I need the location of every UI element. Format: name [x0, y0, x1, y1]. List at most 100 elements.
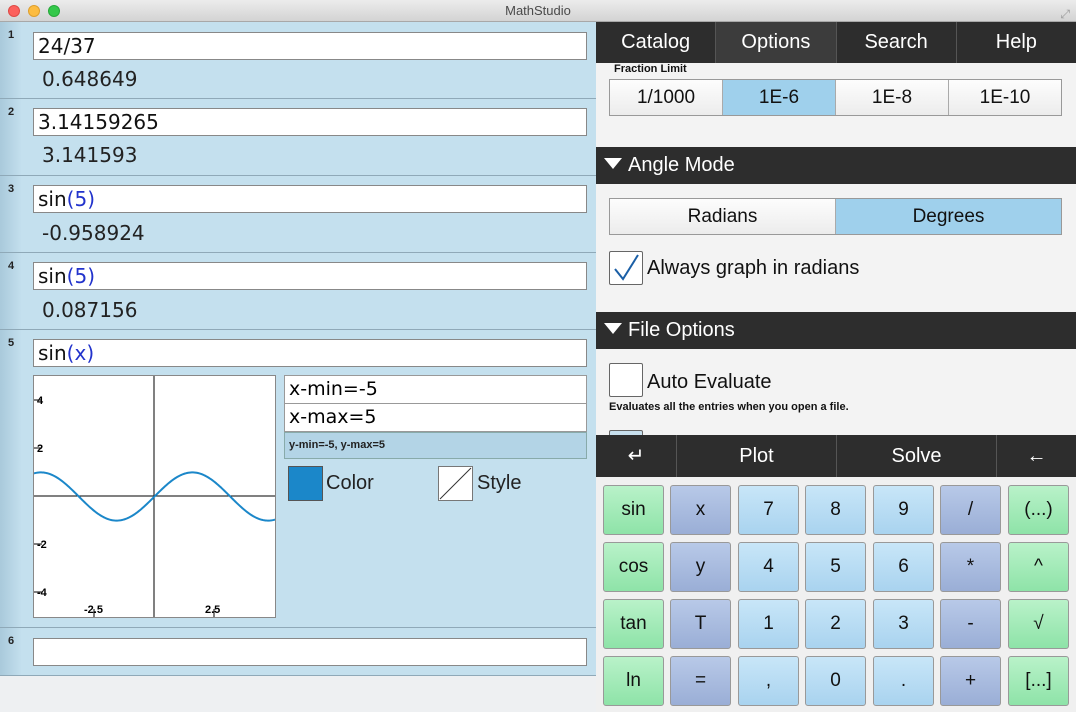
auto-evaluate-label: Auto Evaluate: [647, 371, 772, 393]
key-minus[interactable]: -: [940, 599, 1001, 649]
key-plus[interactable]: +: [940, 656, 1001, 706]
entry-input[interactable]: sin(5): [33, 262, 587, 290]
entry-number: 6: [0, 628, 22, 675]
angle-mode-title: Angle Mode: [628, 154, 735, 176]
entry-number: 2: [0, 99, 22, 175]
key-t[interactable]: T: [670, 599, 731, 649]
minimize-window-button[interactable]: [28, 5, 40, 17]
tab-options[interactable]: Options: [716, 22, 837, 63]
fraction-limit-1e-10[interactable]: 1E-10: [949, 80, 1061, 115]
entry-input[interactable]: sin(5): [33, 185, 587, 213]
key-0[interactable]: 0: [805, 656, 866, 706]
tab-bar: Catalog Options Search Help: [596, 22, 1076, 63]
key-8[interactable]: 8: [805, 485, 866, 535]
key-divide[interactable]: /: [940, 485, 1001, 535]
function-arg: x: [74, 341, 87, 365]
key-tan[interactable]: tan: [603, 599, 664, 649]
backspace-button[interactable]: ←: [997, 435, 1076, 477]
x-min-field[interactable]: x-min=-5: [284, 375, 587, 404]
auto-evaluate-checkbox[interactable]: [609, 363, 643, 397]
color-label: Color: [326, 472, 374, 494]
entry-result: -0.958924: [42, 221, 145, 245]
key-2[interactable]: 2: [805, 599, 866, 649]
entry-input[interactable]: 3.14159265: [33, 108, 587, 136]
tab-help[interactable]: Help: [957, 22, 1076, 63]
key-9[interactable]: 9: [873, 485, 934, 535]
close-window-button[interactable]: [8, 5, 20, 17]
function-name: sin: [38, 264, 67, 288]
entry-number: 5: [0, 330, 22, 627]
x-tick-label: 2.5: [205, 604, 220, 616]
fraction-limit-segmented: 1/1000 1E-6 1E-8 1E-10: [609, 79, 1062, 116]
function-arg: 5: [74, 187, 88, 211]
tab-catalog[interactable]: Catalog: [596, 22, 717, 63]
tab-search[interactable]: Search: [837, 22, 957, 63]
worksheet-panel: 1 24/37 0.648649 2 3.14159265 3.141593 3…: [0, 22, 596, 712]
key-comma[interactable]: ,: [738, 656, 799, 706]
y-range-field[interactable]: y-min=-5, y-max=5: [284, 432, 587, 459]
key-brackets[interactable]: [...]: [1008, 656, 1069, 706]
entry-input[interactable]: 24/37: [33, 32, 587, 60]
function-name: sin: [38, 187, 67, 211]
key-parentheses[interactable]: (...): [1008, 485, 1069, 535]
key-cos[interactable]: cos: [603, 542, 664, 592]
plot-button[interactable]: Plot: [677, 435, 837, 477]
key-5[interactable]: 5: [805, 542, 866, 592]
angle-mode-radians[interactable]: Radians: [610, 199, 836, 234]
y-tick-label: -2: [37, 539, 47, 551]
angle-mode-segmented: Radians Degrees: [609, 198, 1062, 235]
entry-input[interactable]: sin(x): [33, 339, 587, 367]
graph-radians-checkbox[interactable]: [609, 251, 643, 285]
entry-number: 1: [0, 22, 22, 98]
key-6[interactable]: 6: [873, 542, 934, 592]
entry-input[interactable]: [33, 638, 587, 666]
key-multiply[interactable]: *: [940, 542, 1001, 592]
x-max-field[interactable]: x-max=5: [284, 403, 587, 432]
angle-mode-degrees[interactable]: Degrees: [836, 199, 1061, 234]
disclosure-triangle-icon: [604, 158, 622, 169]
fraction-limit-1e-6[interactable]: 1E-6: [723, 80, 836, 115]
y-tick-label: -4: [37, 587, 48, 599]
entry-result: 0.087156: [42, 298, 138, 322]
fraction-limit-1e-8[interactable]: 1E-8: [836, 80, 949, 115]
style-label: Style: [477, 472, 522, 494]
key-sin[interactable]: sin: [603, 485, 664, 535]
color-swatch-button[interactable]: [288, 466, 323, 501]
graph-radians-label: Always graph in radians: [647, 257, 860, 279]
entry-1: 1 24/37 0.648649: [0, 22, 596, 99]
entry-3: 3 sin(5) -0.958924: [0, 176, 596, 253]
key-power[interactable]: ^: [1008, 542, 1069, 592]
entry-4: 4 sin(5) 0.087156: [0, 253, 596, 330]
y-tick-label: 4: [37, 395, 44, 407]
key-y[interactable]: y: [670, 542, 731, 592]
x-tick-label: -2.5: [84, 604, 103, 616]
key-3[interactable]: 3: [873, 599, 934, 649]
key-x[interactable]: x: [670, 485, 731, 535]
key-equals[interactable]: =: [670, 656, 731, 706]
entry-number: 3: [0, 176, 22, 252]
file-options-title: File Options: [628, 319, 735, 341]
checkmark-icon: [614, 254, 639, 281]
key-decimal[interactable]: .: [873, 656, 934, 706]
entry-2: 2 3.14159265 3.141593: [0, 99, 596, 176]
file-options-header[interactable]: File Options: [596, 312, 1076, 349]
keypad: sin x 7 8 9 / (...) cos y 4 5 6 * ^ tan …: [596, 477, 1076, 712]
graph-svg: 4 2 -2 -4 -2.5 2.5: [33, 376, 276, 617]
solve-button[interactable]: Solve: [837, 435, 997, 477]
enter-button[interactable]: ↵: [596, 435, 677, 477]
graph-plot[interactable]: 4 2 -2 -4 -2.5 2.5: [33, 375, 276, 618]
entry-6: 6: [0, 628, 596, 676]
key-ln[interactable]: ln: [603, 656, 664, 706]
key-7[interactable]: 7: [738, 485, 799, 535]
key-4[interactable]: 4: [738, 542, 799, 592]
style-button[interactable]: [438, 466, 473, 501]
entry-result: 0.648649: [42, 67, 138, 91]
disclosure-triangle-icon: [604, 323, 622, 334]
fraction-limit-1-1000[interactable]: 1/1000: [610, 80, 723, 115]
side-panel: Catalog Options Search Help Fraction Lim…: [596, 22, 1076, 712]
key-1[interactable]: 1: [738, 599, 799, 649]
angle-mode-header[interactable]: Angle Mode: [596, 147, 1076, 184]
zoom-window-button[interactable]: [48, 5, 60, 17]
key-sqrt[interactable]: √: [1008, 599, 1069, 649]
entry-5: 5 sin(x) 4 2 -2 -4 -2.5 2.5 x-min=-5 x-m…: [0, 330, 596, 628]
